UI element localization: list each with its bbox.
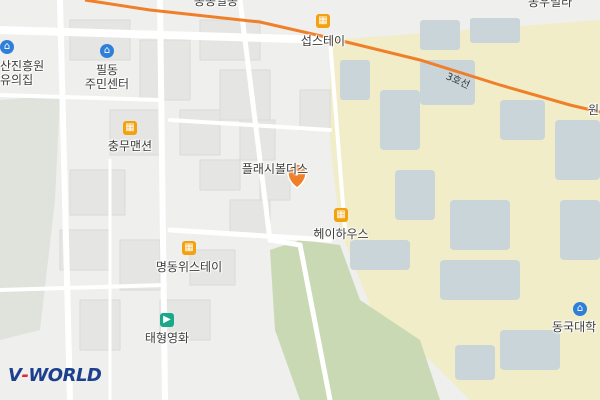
logo-prefix: V (8, 365, 22, 386)
poi-label-sanjin[interactable]: 산진흥원 (0, 59, 44, 73)
poi-label-pildong-sub: 주민센터 (84, 77, 130, 91)
building-icon[interactable]: ▦ (316, 14, 330, 28)
poi-label-top-right-partial[interactable]: 동우빌라 (528, 0, 572, 9)
building-icon[interactable]: ▦ (182, 241, 196, 255)
logo-text: WORLD (28, 365, 102, 386)
building-icon[interactable]: ▦ (123, 121, 137, 135)
vworld-logo: V-WORLD (8, 365, 102, 386)
house-icon[interactable]: ⌂ (100, 44, 114, 58)
poi-label-dongguk[interactable]: 동국대학 (552, 320, 596, 334)
poi-label-chungmu[interactable]: 충무맨션 (108, 139, 152, 153)
map-viewport[interactable]: 3호선 동동일동 동우빌라 ▦ 섭스테이 ⌂ 산진흥원 유의집 ⌂ 필동 주민센… (0, 0, 600, 400)
poi-label-heyhouse[interactable]: 헤이하우스 (313, 227, 368, 241)
poi-label-taehyung[interactable]: 태형영화 (145, 331, 189, 345)
logo-dash: - (21, 365, 29, 386)
map-canvas[interactable] (0, 0, 600, 400)
house-icon[interactable]: ⌂ (573, 302, 587, 316)
park-area-left (0, 95, 60, 340)
poi-label-top-partial[interactable]: 동동일동 (194, 0, 238, 8)
building-icon[interactable]: ▦ (334, 208, 348, 222)
poi-label-pildong[interactable]: 필동 (96, 63, 118, 77)
poi-label-myeongdong[interactable]: 명동위스테이 (156, 260, 222, 274)
poi-label-seobstay[interactable]: 섭스테이 (301, 34, 345, 48)
camera-icon[interactable]: ▶ (160, 313, 174, 327)
poi-label-right-partial[interactable]: 원 (588, 103, 599, 117)
house-icon[interactable]: ⌂ (0, 40, 14, 54)
poi-label-sanjin-sub: 유의집 (0, 73, 34, 87)
poi-label-place[interactable]: 플래시볼더스 (242, 162, 308, 176)
